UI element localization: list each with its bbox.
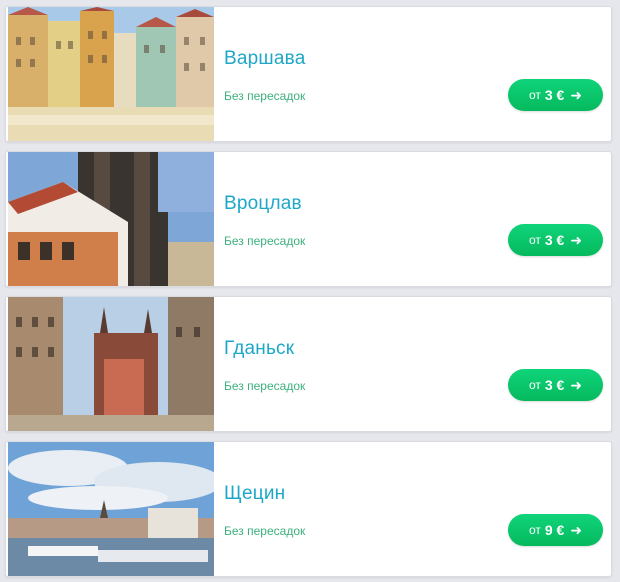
city-photo-warsaw — [8, 7, 214, 141]
destination-list: Варшава Без пересадок от 3 € ➜ Вроцлав Б… — [0, 0, 620, 582]
price-value: 3 € — [544, 232, 565, 248]
arrow-right-icon: ➜ — [570, 376, 583, 393]
destination-card-gdansk[interactable]: Гданьск Без пересадок от 3 € ➜ — [5, 296, 612, 432]
price-prefix: от — [528, 378, 541, 392]
stops-label: Без пересадок — [224, 524, 306, 538]
stops-label: Без пересадок — [224, 234, 306, 248]
city-photo-wroclaw — [8, 152, 214, 286]
arrow-right-icon: ➜ — [570, 231, 583, 248]
price-value: 3 € — [544, 87, 565, 103]
price-value: 3 € — [544, 377, 565, 393]
stops-label: Без пересадок — [224, 379, 306, 393]
price-button[interactable]: от 3 € ➜ — [508, 79, 603, 111]
stops-label: Без пересадок — [224, 89, 306, 103]
city-name[interactable]: Вроцлав — [224, 193, 302, 215]
destination-card-szczecin[interactable]: Щецин Без пересадок от 9 € ➜ — [5, 441, 612, 577]
arrow-right-icon: ➜ — [570, 521, 583, 538]
price-prefix: от — [528, 233, 541, 247]
city-name[interactable]: Щецин — [224, 483, 285, 505]
price-value: 9 € — [544, 522, 565, 538]
destination-card-wroclaw[interactable]: Вроцлав Без пересадок от 3 € ➜ — [5, 151, 612, 287]
price-prefix: от — [528, 88, 541, 102]
destination-card-warsaw[interactable]: Варшава Без пересадок от 3 € ➜ — [5, 6, 612, 142]
city-name[interactable]: Варшава — [224, 48, 305, 70]
city-photo-gdansk — [8, 297, 214, 431]
arrow-right-icon: ➜ — [570, 86, 583, 103]
price-button[interactable]: от 3 € ➜ — [508, 224, 603, 256]
price-button[interactable]: от 9 € ➜ — [508, 514, 603, 546]
price-button[interactable]: от 3 € ➜ — [508, 369, 603, 401]
city-name[interactable]: Гданьск — [224, 338, 294, 360]
price-prefix: от — [528, 523, 541, 537]
city-photo-szczecin — [8, 442, 214, 576]
